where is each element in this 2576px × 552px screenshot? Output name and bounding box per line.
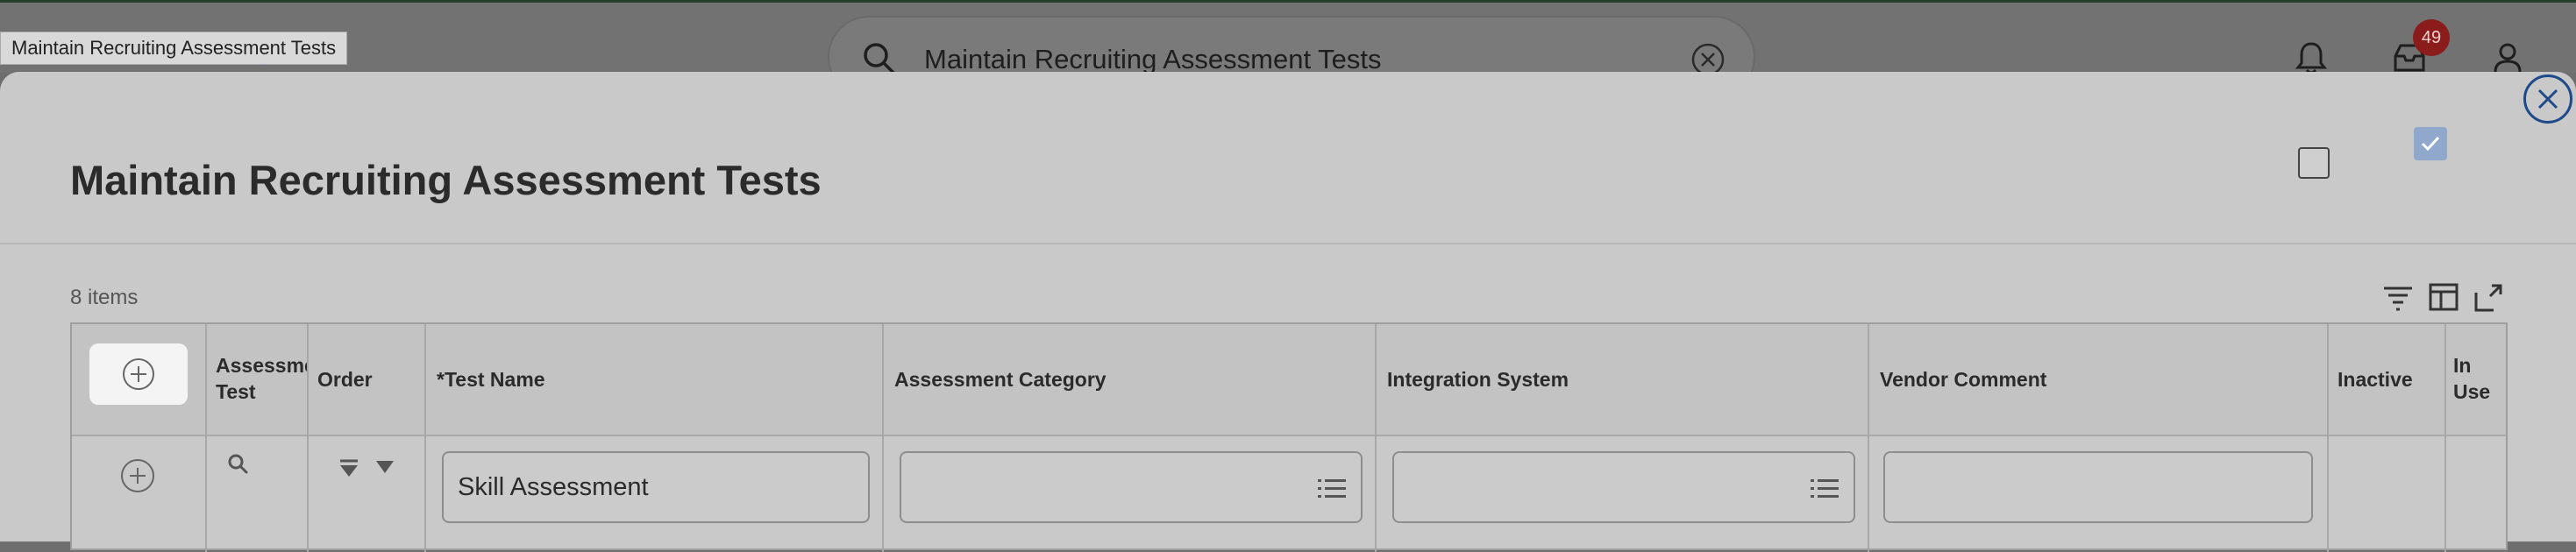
column-header-vendor-comment[interactable]: Vendor Comment xyxy=(1880,366,2046,393)
assessment-category-prompt[interactable] xyxy=(900,451,1363,523)
column-header-in-use[interactable]: In Use xyxy=(2453,352,2490,405)
test-name-input[interactable] xyxy=(442,451,870,523)
inactive-checkbox[interactable] xyxy=(2298,147,2330,179)
column-header-inactive[interactable]: Inactive xyxy=(2338,366,2413,393)
close-modal-button[interactable] xyxy=(2523,74,2572,124)
inbox-count-badge: 49 xyxy=(2413,19,2450,56)
column-divider xyxy=(1868,324,1869,552)
column-divider xyxy=(2327,324,2329,552)
column-header-assessment-category[interactable]: Assessment Category xyxy=(894,366,1107,393)
column-layout-icon[interactable] xyxy=(2427,280,2460,314)
chevron-down-icon[interactable] xyxy=(375,459,395,475)
column-divider xyxy=(205,324,207,552)
column-divider xyxy=(2444,324,2446,552)
close-icon xyxy=(2537,88,2558,110)
prompt-list-icon xyxy=(1318,479,1346,498)
search-input[interactable]: Maintain Recruiting Assessment Tests xyxy=(924,44,1382,75)
filter-icon[interactable] xyxy=(2381,280,2415,314)
column-header-order[interactable]: Order xyxy=(317,366,373,393)
in-use-checkbox xyxy=(2414,127,2447,160)
column-header-assessment-test[interactable]: Assessme Test xyxy=(216,352,307,405)
column-divider xyxy=(1375,324,1377,552)
page-title: Maintain Recruiting Assessment Tests xyxy=(70,157,822,203)
search-icon xyxy=(864,43,895,74)
add-row-below-icon[interactable] xyxy=(119,457,156,494)
column-divider xyxy=(307,324,309,552)
checkmark-icon xyxy=(2421,136,2440,152)
assessment-tests-grid: Assessme Test Order *Test Name Assessmen… xyxy=(70,322,2508,552)
column-header-integration-system[interactable]: Integration System xyxy=(1387,366,1569,393)
fullscreen-icon[interactable] xyxy=(2473,280,2506,314)
move-down-icon[interactable] xyxy=(338,459,359,478)
add-row-button[interactable] xyxy=(89,343,188,405)
plus-circle-icon xyxy=(123,358,154,390)
prompt-list-icon xyxy=(1811,479,1839,498)
vendor-comment-input[interactable] xyxy=(1883,451,2313,523)
column-header-test-name[interactable]: *Test Name xyxy=(437,366,545,393)
search-icon[interactable] xyxy=(226,452,249,475)
column-divider xyxy=(424,324,426,552)
tooltip: Maintain Recruiting Assessment Tests xyxy=(0,32,348,65)
column-divider xyxy=(882,324,884,552)
title-divider xyxy=(0,243,2576,244)
integration-system-prompt[interactable] xyxy=(1392,451,1855,523)
item-count: 8 items xyxy=(70,286,139,309)
